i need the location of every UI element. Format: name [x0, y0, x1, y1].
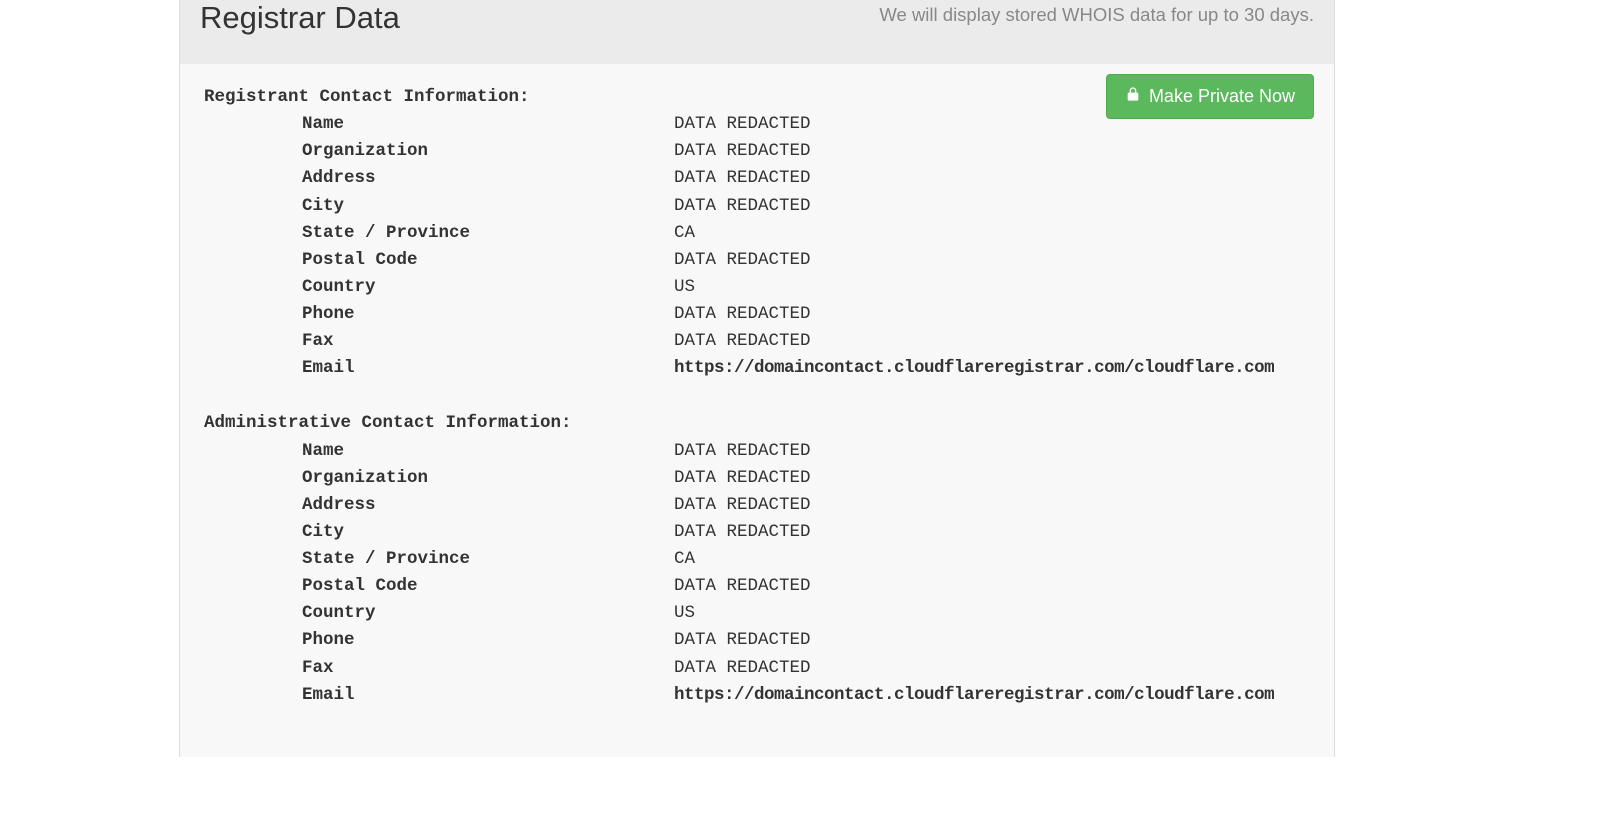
lock-icon [1125, 85, 1141, 108]
registrant-organization-label: Organization [204, 138, 674, 165]
whois-notice: We will display stored WHOIS data for up… [879, 4, 1314, 26]
registrant-country-label: Country [204, 274, 674, 301]
registrant-address-value: DATA REDACTED [674, 165, 811, 192]
registrant-phone-value: DATA REDACTED [674, 301, 811, 328]
registrant-name-label: Name [204, 111, 674, 138]
contact-row: State / Province CA [204, 220, 1310, 247]
admin-email-label: Email [204, 682, 674, 709]
registrant-fax-label: Fax [204, 328, 674, 355]
registrant-email-value: https://domaincontact.cloudflareregistra… [674, 355, 1274, 382]
admin-address-label: Address [204, 492, 674, 519]
admin-fax-label: Fax [204, 655, 674, 682]
registrant-postal-label: Postal Code [204, 247, 674, 274]
admin-city-value: DATA REDACTED [674, 519, 811, 546]
header-section: Registrar Data We will display stored WH… [180, 0, 1334, 64]
contact-row: City DATA REDACTED [204, 193, 1310, 220]
registrant-contact-section: Registrant Contact Information: Name DAT… [204, 84, 1310, 382]
admin-heading: Administrative Contact Information: [204, 410, 1310, 437]
contact-row: Fax DATA REDACTED [204, 328, 1310, 355]
contact-row: Phone DATA REDACTED [204, 627, 1310, 654]
admin-fax-value: DATA REDACTED [674, 655, 811, 682]
contact-row: Email https://domaincontact.cloudflarere… [204, 682, 1310, 709]
make-private-label: Make Private Now [1149, 86, 1295, 107]
admin-name-label: Name [204, 438, 674, 465]
registrant-state-value: CA [674, 220, 695, 247]
contact-row: Address DATA REDACTED [204, 492, 1310, 519]
registrant-phone-label: Phone [204, 301, 674, 328]
contact-row: Organization DATA REDACTED [204, 465, 1310, 492]
admin-contact-section: Administrative Contact Information: Name… [204, 410, 1310, 708]
contact-row: Postal Code DATA REDACTED [204, 247, 1310, 274]
main-container: Registrar Data We will display stored WH… [179, 0, 1335, 757]
contact-row: Phone DATA REDACTED [204, 301, 1310, 328]
contact-row: Name DATA REDACTED [204, 438, 1310, 465]
registrant-name-value: DATA REDACTED [674, 111, 811, 138]
registrant-city-value: DATA REDACTED [674, 193, 811, 220]
admin-postal-label: Postal Code [204, 573, 674, 600]
admin-address-value: DATA REDACTED [674, 492, 811, 519]
registrant-state-label: State / Province [204, 220, 674, 247]
registrant-postal-value: DATA REDACTED [674, 247, 811, 274]
admin-phone-label: Phone [204, 627, 674, 654]
whois-body: Registrant Contact Information: Name DAT… [180, 64, 1334, 757]
registrant-email-label: Email [204, 355, 674, 382]
admin-postal-value: DATA REDACTED [674, 573, 811, 600]
contact-row: Address DATA REDACTED [204, 165, 1310, 192]
registrant-country-value: US [674, 274, 695, 301]
registrant-city-label: City [204, 193, 674, 220]
admin-country-value: US [674, 600, 695, 627]
header-top: Registrar Data We will display stored WH… [200, 0, 1314, 36]
admin-phone-value: DATA REDACTED [674, 627, 811, 654]
contact-row: Postal Code DATA REDACTED [204, 573, 1310, 600]
admin-city-label: City [204, 519, 674, 546]
contact-row: Fax DATA REDACTED [204, 655, 1310, 682]
admin-organization-label: Organization [204, 465, 674, 492]
registrant-fax-value: DATA REDACTED [674, 328, 811, 355]
admin-state-label: State / Province [204, 546, 674, 573]
make-private-button[interactable]: Make Private Now [1106, 74, 1314, 119]
registrant-organization-value: DATA REDACTED [674, 138, 811, 165]
contact-row: Name DATA REDACTED [204, 111, 1106, 138]
admin-email-value: https://domaincontact.cloudflareregistra… [674, 682, 1274, 709]
contact-row: Country US [204, 600, 1310, 627]
contact-row: Organization DATA REDACTED [204, 138, 1310, 165]
contact-row: City DATA REDACTED [204, 519, 1310, 546]
contact-row: Email https://domaincontact.cloudflarere… [204, 355, 1310, 382]
contact-row: Country US [204, 274, 1310, 301]
admin-name-value: DATA REDACTED [674, 438, 811, 465]
page-title: Registrar Data [200, 0, 400, 36]
admin-organization-value: DATA REDACTED [674, 465, 811, 492]
admin-state-value: CA [674, 546, 695, 573]
registrant-address-label: Address [204, 165, 674, 192]
admin-country-label: Country [204, 600, 674, 627]
contact-row: State / Province CA [204, 546, 1310, 573]
